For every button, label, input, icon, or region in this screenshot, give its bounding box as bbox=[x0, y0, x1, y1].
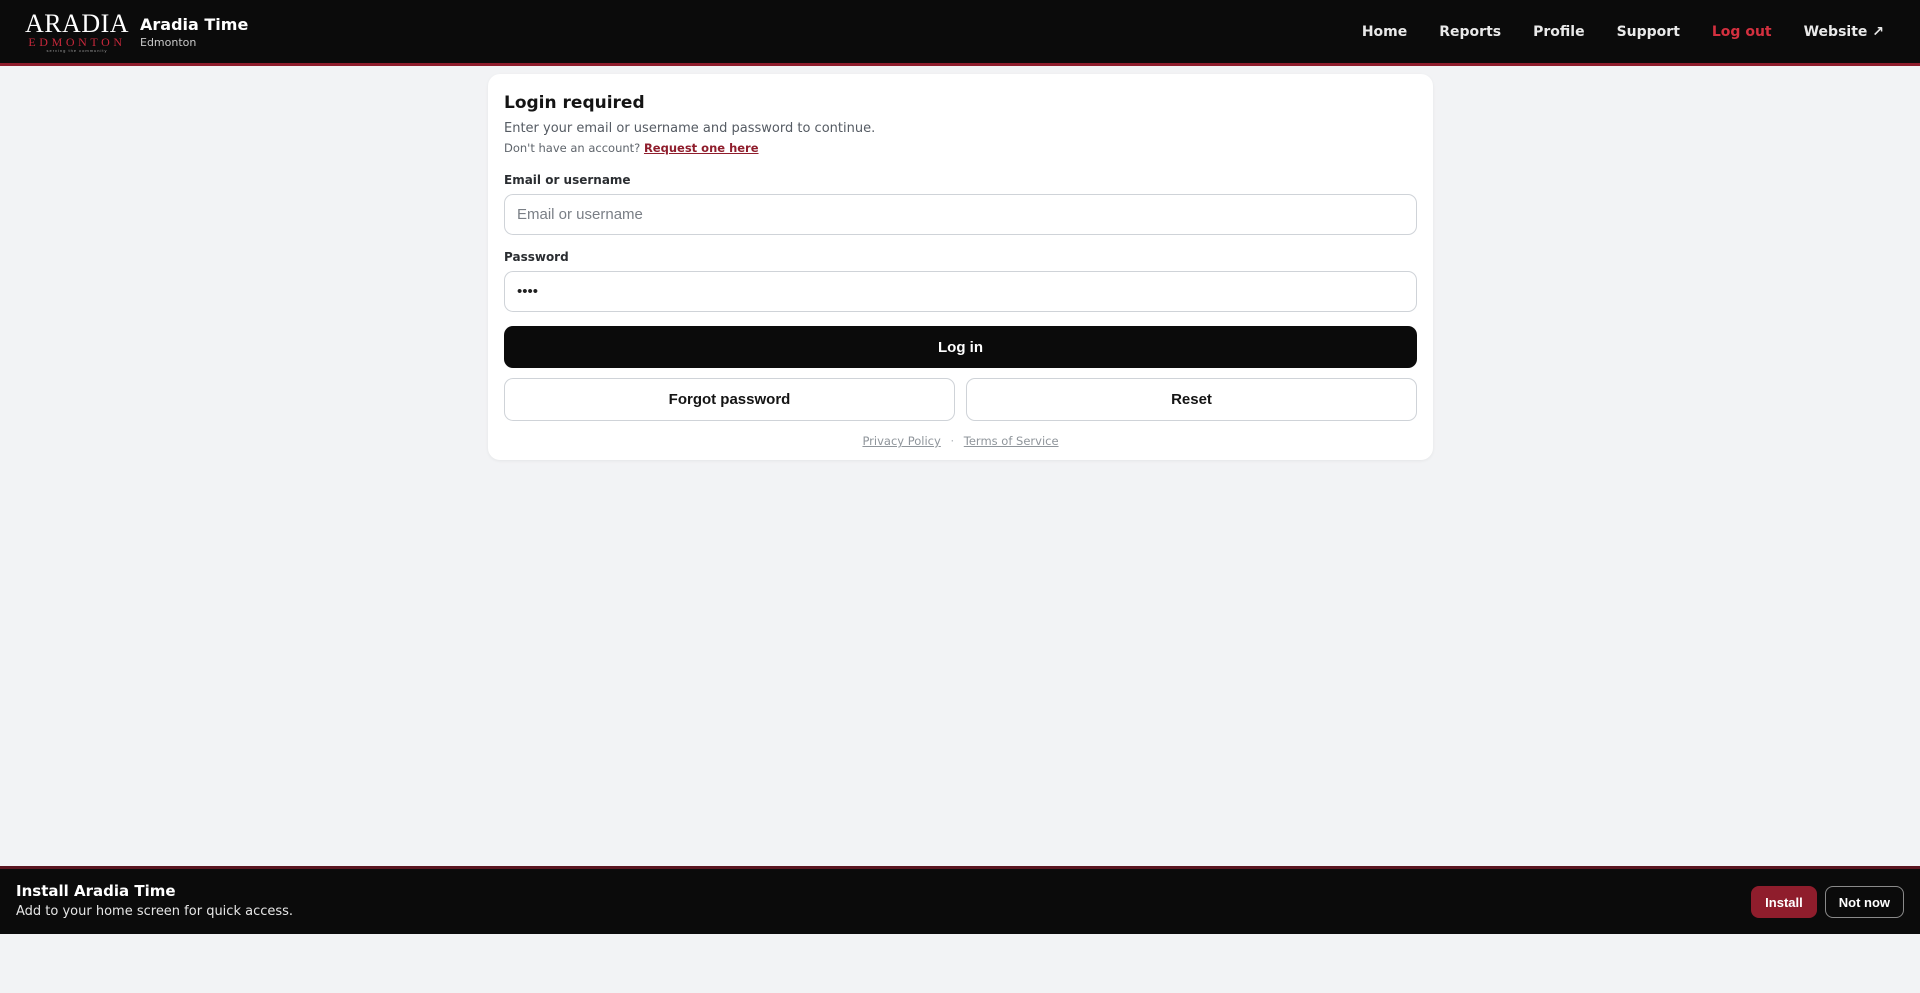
no-account-text: Don't have an account? bbox=[504, 141, 641, 155]
terms-of-service-link[interactable]: Terms of Service bbox=[964, 434, 1059, 448]
forgot-password-button[interactable]: Forgot password bbox=[504, 378, 955, 421]
install-actions: Install Not now bbox=[1751, 886, 1904, 918]
aradia-logo: ARADIA EDMONTON serving the community bbox=[24, 9, 130, 54]
install-app-banner: Install Aradia Time Add to your home scr… bbox=[0, 866, 1920, 934]
app-title: Aradia Time bbox=[140, 14, 249, 34]
nav-home[interactable]: Home bbox=[1362, 24, 1407, 40]
brand-home-link[interactable]: ARADIA EDMONTON serving the community Ar… bbox=[24, 9, 248, 54]
email-username-input[interactable] bbox=[504, 194, 1417, 235]
email-label: Email or username bbox=[504, 173, 631, 187]
password-label: Password bbox=[504, 250, 569, 264]
log-in-button[interactable]: Log in bbox=[504, 326, 1417, 368]
install-title: Install Aradia Time bbox=[16, 882, 176, 900]
login-subtitle: Enter your email or username and passwor… bbox=[504, 121, 876, 136]
nav-website-external[interactable]: Website ↗ bbox=[1804, 24, 1884, 40]
legal-links: Privacy Policy · Terms of Service bbox=[504, 433, 1417, 449]
request-account-row: Don't have an account? Request one here bbox=[504, 140, 1417, 156]
nav-log-out[interactable]: Log out bbox=[1712, 24, 1772, 40]
secondary-actions: Forgot password Reset bbox=[504, 378, 1417, 421]
logo-tagline: serving the community bbox=[46, 48, 108, 53]
install-subtitle: Add to your home screen for quick access… bbox=[16, 904, 294, 919]
app-subtitle: Edmonton bbox=[140, 35, 197, 49]
main-nav: Home Reports Profile Support Log out Web… bbox=[1330, 0, 1884, 63]
login-title: Login required bbox=[504, 93, 645, 113]
logo-city: EDMONTON bbox=[28, 35, 126, 49]
install-button[interactable]: Install bbox=[1751, 886, 1817, 918]
top-navigation-bar: ARADIA EDMONTON serving the community Ar… bbox=[0, 0, 1920, 66]
not-now-button[interactable]: Not now bbox=[1824, 886, 1904, 918]
brand-text: Aradia Time Edmonton bbox=[140, 15, 248, 50]
request-account-link[interactable]: Request one here bbox=[644, 141, 759, 155]
nav-profile[interactable]: Profile bbox=[1533, 24, 1584, 40]
privacy-policy-link[interactable]: Privacy Policy bbox=[862, 434, 940, 448]
install-text: Install Aradia Time Add to your home scr… bbox=[16, 881, 293, 921]
nav-support[interactable]: Support bbox=[1617, 24, 1680, 40]
logo-wordmark: ARADIA bbox=[24, 9, 130, 38]
login-card: Login required Enter your email or usern… bbox=[488, 74, 1433, 460]
reset-button[interactable]: Reset bbox=[966, 378, 1417, 421]
nav-reports[interactable]: Reports bbox=[1439, 24, 1501, 40]
legal-separator: · bbox=[950, 434, 955, 448]
password-input[interactable] bbox=[504, 271, 1417, 312]
